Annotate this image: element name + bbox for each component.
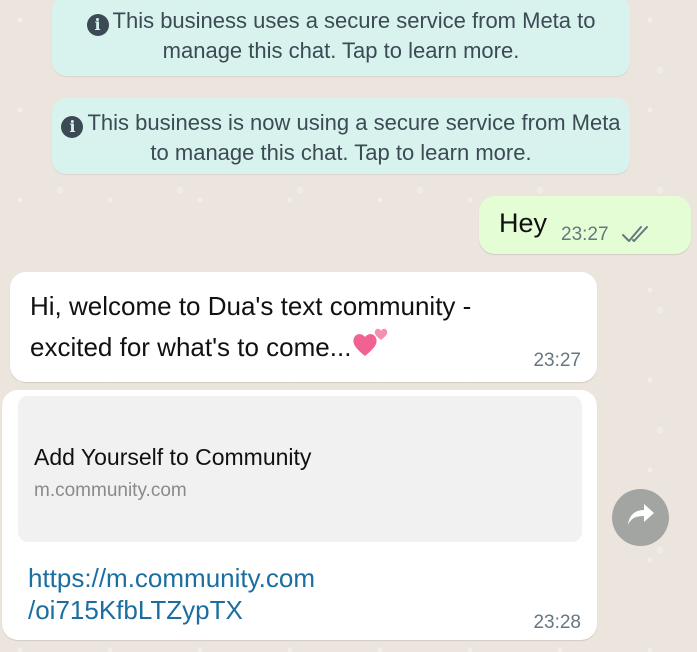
system-message-now-using-secure-service[interactable]: i This business is now using a secure ser… bbox=[52, 98, 630, 174]
incoming-message-link[interactable]: Add Yourself to Community m.community.co… bbox=[2, 390, 597, 640]
system-message-text: This business uses a secure service from… bbox=[112, 8, 596, 63]
link-preview-card[interactable]: Add Yourself to Community m.community.co… bbox=[18, 396, 582, 542]
info-icon: i bbox=[86, 14, 109, 36]
incoming-message-welcome[interactable]: Hi, welcome to Dua's text community - ex… bbox=[10, 272, 597, 382]
message-timestamp: 23:28 bbox=[533, 612, 581, 633]
forward-button[interactable] bbox=[612, 489, 669, 546]
message-text: Hey bbox=[499, 208, 548, 238]
message-text: Hi, welcome to Dua's text community - ex… bbox=[30, 291, 472, 362]
link-line-2: /oi715KfbLTZypTX bbox=[28, 595, 243, 625]
outgoing-message[interactable]: Hey 23:27 bbox=[479, 196, 691, 254]
link-line-1: https://m.community.com bbox=[28, 563, 316, 593]
forward-arrow-icon bbox=[626, 502, 656, 533]
message-timestamp: 23:27 bbox=[533, 350, 581, 371]
info-icon: i bbox=[61, 116, 84, 138]
two-hearts-icon bbox=[351, 326, 391, 371]
message-link[interactable]: https://m.community.com /oi715KfbLTZypTX bbox=[28, 562, 448, 626]
link-preview-title: Add Yourself to Community bbox=[34, 444, 312, 470]
system-message-text: This business is now using a secure serv… bbox=[87, 110, 621, 165]
double-check-icon bbox=[621, 223, 655, 250]
system-message-secure-service[interactable]: i This business uses a secure service fro… bbox=[52, 0, 630, 76]
message-body: Hi, welcome to Dua's text community - ex… bbox=[30, 286, 550, 371]
message-timestamp: 23:27 bbox=[561, 224, 609, 245]
link-preview-domain: m.community.com bbox=[34, 480, 187, 501]
